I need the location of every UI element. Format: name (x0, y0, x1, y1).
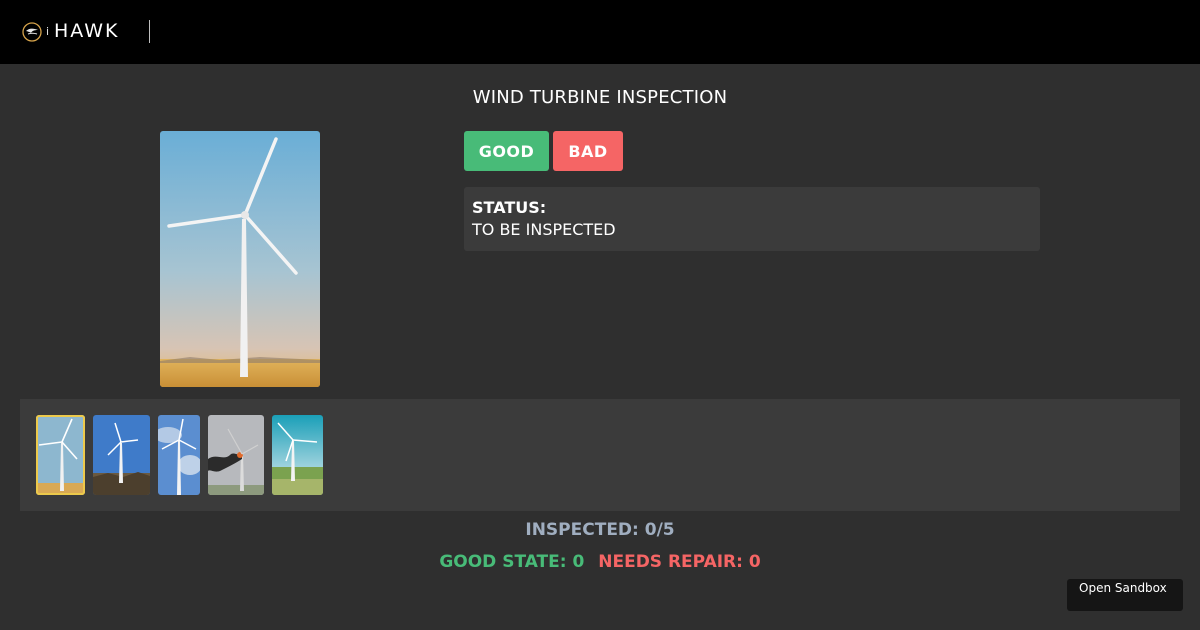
thumbnail-gallery (20, 399, 1180, 511)
thumbnail-4[interactable] (208, 415, 264, 495)
status-label: STATUS: (472, 198, 547, 217)
state-counters: GOOD STATE: 0 NEEDS REPAIR: 0 (0, 552, 1200, 572)
inspected-counter: INSPECTED: 0/5 (525, 520, 675, 540)
brand-prefix: i (46, 25, 50, 38)
status-value: TO BE INSPECTED (472, 220, 616, 239)
brand-name[interactable]: HAWK (54, 20, 120, 42)
bad-button[interactable]: BAD (553, 131, 623, 171)
open-sandbox-button[interactable]: Open Sandbox (1067, 579, 1183, 611)
thumbnail-2[interactable] (93, 415, 150, 495)
thumbnail-1[interactable] (36, 415, 85, 495)
good-state-count: GOOD STATE: 0 (439, 552, 585, 572)
header-divider (149, 20, 150, 43)
thumbnail-5[interactable] (272, 415, 323, 495)
page-title: WIND TURBINE INSPECTION (472, 87, 728, 108)
good-button[interactable]: GOOD (464, 131, 549, 171)
thumbnail-3[interactable] (158, 415, 200, 495)
top-bar: i HAWK (0, 0, 1200, 64)
needs-repair-count: NEEDS REPAIR: 0 (598, 552, 761, 572)
main-turbine-photo (160, 131, 320, 387)
status-panel: STATUS: TO BE INSPECTED (464, 187, 1040, 251)
hawk-logo-icon[interactable] (22, 22, 42, 42)
